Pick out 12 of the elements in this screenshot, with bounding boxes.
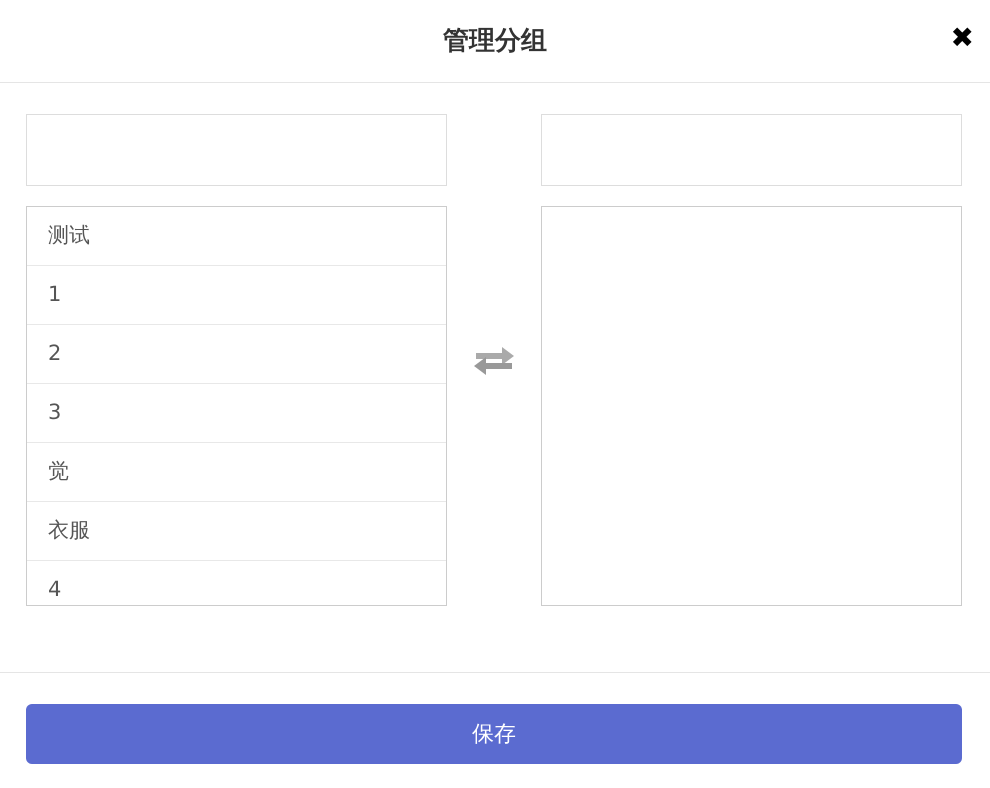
- list-item[interactable]: 4: [27, 561, 446, 605]
- close-button[interactable]: ✖: [950, 24, 974, 52]
- search-field[interactable]: [541, 114, 962, 186]
- dialog-title: 管理分组: [443, 24, 547, 58]
- list-item[interactable]: 觉: [27, 443, 446, 502]
- list-item[interactable]: 1: [27, 266, 446, 325]
- list-item[interactable]: 3: [27, 384, 446, 443]
- list-item[interactable]: 测试: [27, 207, 446, 266]
- save-button[interactable]: 保存: [26, 704, 962, 764]
- list-item[interactable]: 衣服: [27, 502, 446, 561]
- list-item[interactable]: 2: [27, 325, 446, 384]
- search-field[interactable]: [26, 114, 447, 186]
